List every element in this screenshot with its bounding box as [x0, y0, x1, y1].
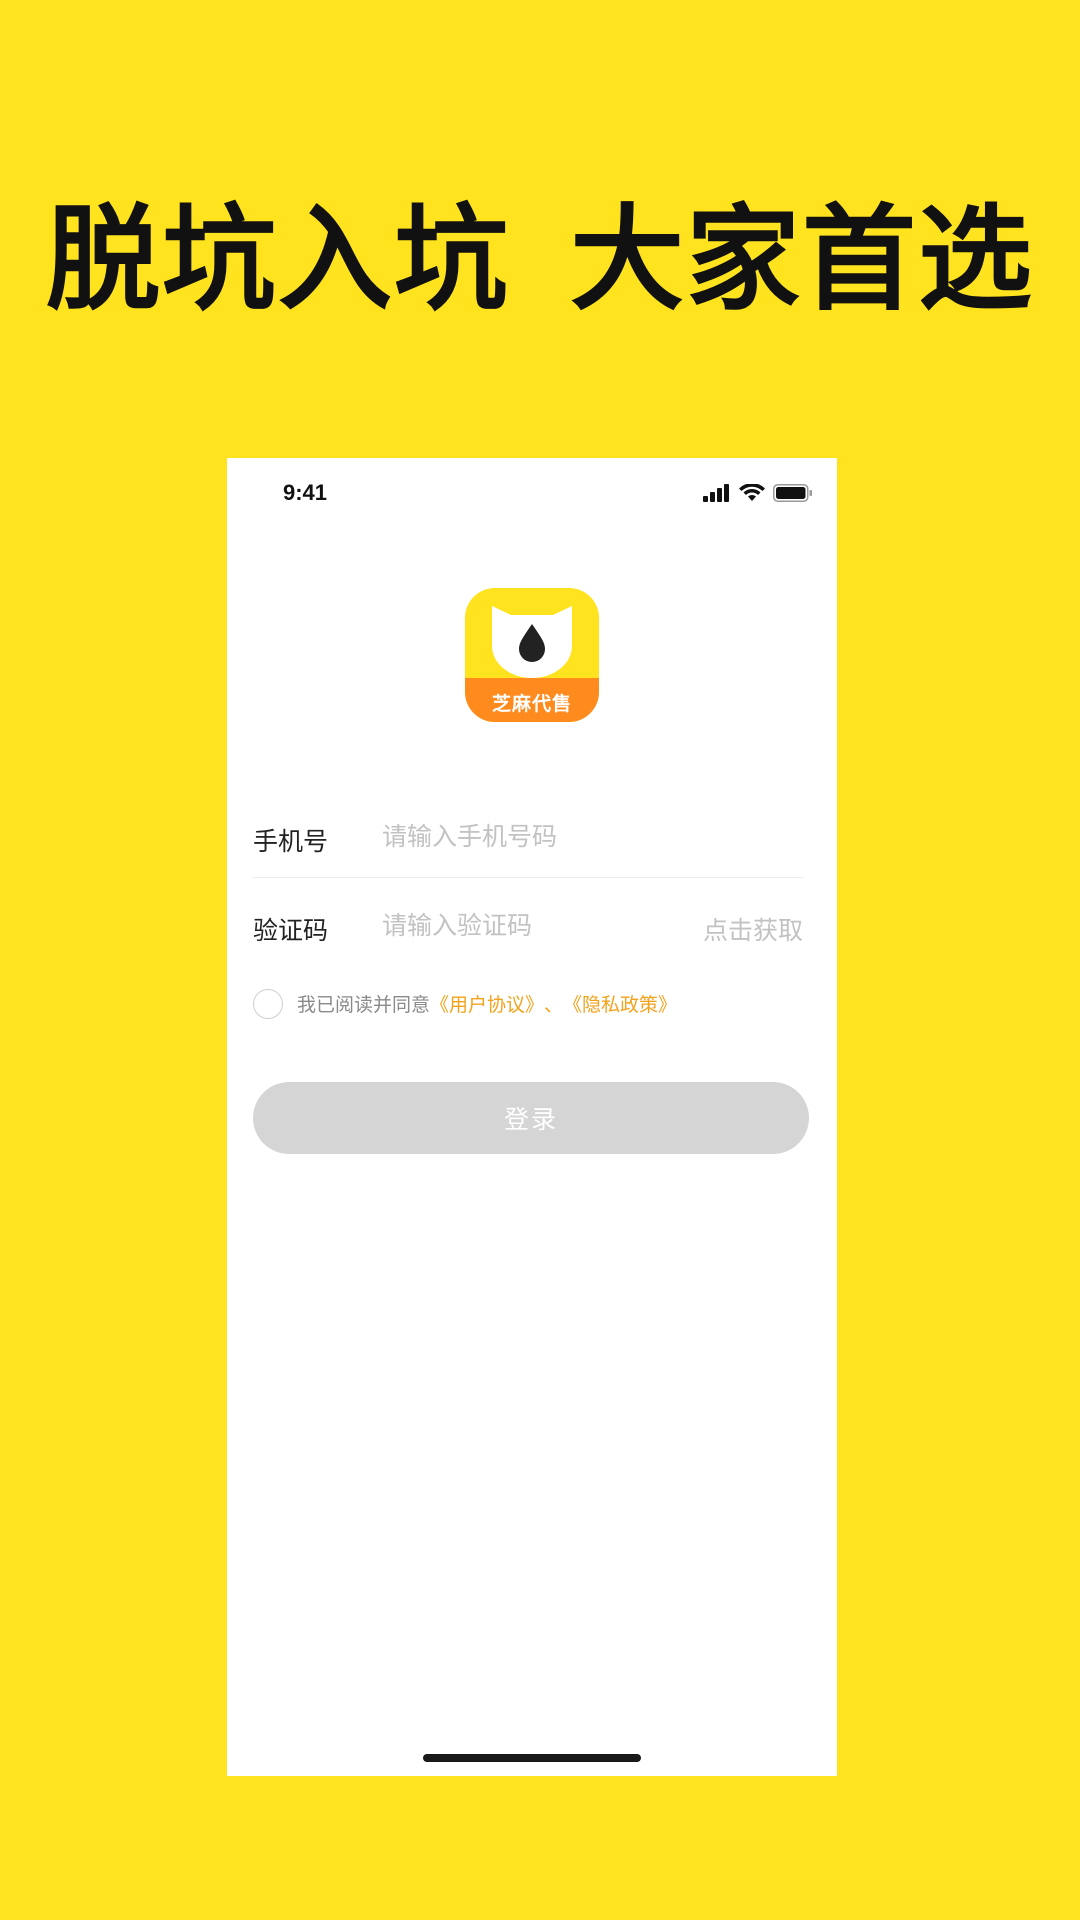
agreement-separator: 、	[544, 993, 564, 1016]
login-button[interactable]: 登录	[253, 1082, 809, 1154]
privacy-policy-link[interactable]: 《隐私政策》	[563, 990, 677, 1017]
battery-icon	[773, 484, 813, 506]
phone-screen: 9:41 芝麻代售 手机号 请输入手机号码 验证码 请输入验证码 点击获取 我已…	[227, 458, 837, 1776]
code-row: 验证码 点击获取	[253, 897, 803, 967]
get-code-button[interactable]: 点击获取	[703, 911, 803, 947]
form-divider	[253, 877, 803, 878]
headline-part-2: 大家首选	[570, 193, 1035, 326]
wifi-icon	[739, 483, 765, 506]
agreement: 我已阅读并同意 《用户协议》、《隐私政策》	[253, 986, 677, 1020]
agreement-checkbox[interactable]	[253, 989, 283, 1019]
home-indicator[interactable]	[423, 1754, 641, 1762]
user-agreement-link[interactable]: 《用户协议》	[430, 990, 544, 1017]
status-icons	[703, 483, 813, 506]
phone-row: 手机号	[253, 808, 803, 878]
code-input[interactable]	[382, 905, 682, 945]
app-logo: 芝麻代售	[465, 588, 599, 722]
agreement-prefix: 我已阅读并同意	[297, 993, 431, 1016]
status-time: 9:41	[283, 480, 328, 505]
cellular-signal-icon	[703, 484, 731, 506]
status-bar: 9:41	[227, 458, 837, 528]
phone-input[interactable]	[382, 816, 682, 856]
phone-label: 手机号	[253, 827, 329, 856]
headline-part-1: 脱坑入坑	[45, 193, 510, 326]
code-label: 验证码	[253, 916, 329, 945]
app-logo-text: 芝麻代售	[491, 693, 572, 715]
headline: 脱坑入坑 大家首选	[0, 190, 1080, 330]
